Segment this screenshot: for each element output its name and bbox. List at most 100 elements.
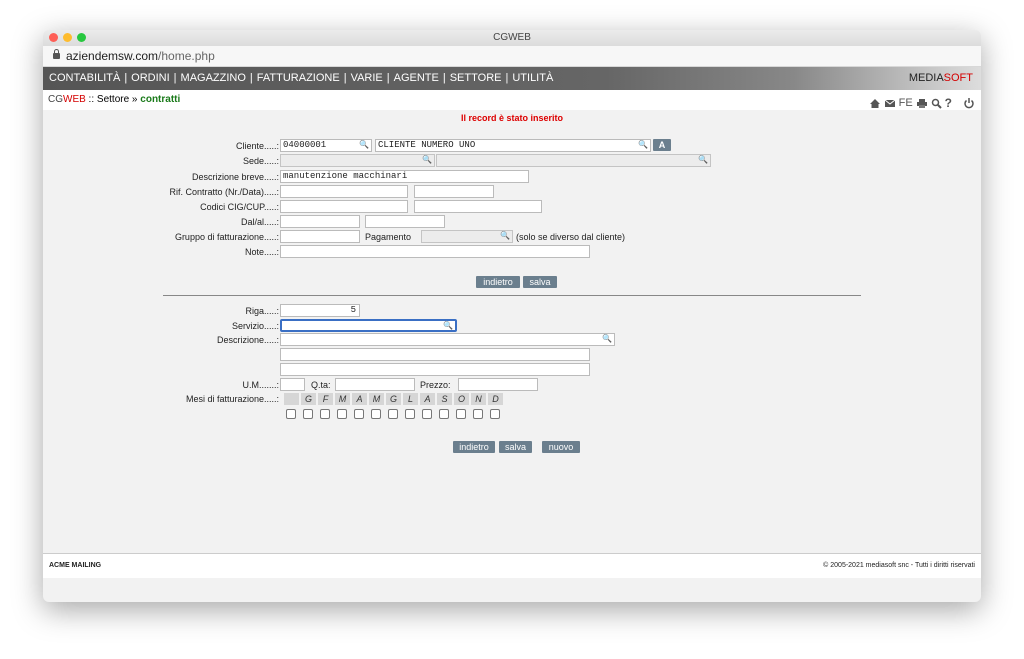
- menu-agente[interactable]: AGENTE: [394, 72, 439, 84]
- breadcrumb-settore[interactable]: Settore: [97, 94, 129, 105]
- menu-fatturazione[interactable]: FATTURAZIONE: [257, 72, 340, 84]
- month-header: M: [369, 393, 384, 405]
- servizio-input[interactable]: 🔍: [280, 319, 457, 332]
- servizio-label: Servizio.....:: [231, 321, 279, 331]
- search-icon[interactable]: 🔍: [359, 140, 369, 151]
- footer-copyright: © 2005-2021 mediasoft snc - Tutti i diri…: [823, 562, 975, 569]
- sede-name-input[interactable]: 🔍: [436, 154, 711, 167]
- month-header: D: [488, 393, 503, 405]
- minimize-window-button[interactable]: [63, 33, 72, 42]
- month-checkbox[interactable]: [439, 409, 449, 419]
- sede-label: Sede.....:: [242, 156, 279, 166]
- search-icon[interactable]: 🔍: [500, 231, 510, 242]
- mail-icon[interactable]: [884, 98, 896, 108]
- menu-utilita[interactable]: UTILITÀ: [512, 72, 553, 84]
- descrizione-label: Descrizione.....:: [216, 335, 279, 345]
- dal-al-label: Dal/al.....:: [240, 217, 279, 227]
- url-host: aziendemsw.com: [66, 49, 159, 63]
- breadcrumb-current: contratti: [140, 94, 181, 105]
- month-checkbox-all[interactable]: [286, 409, 296, 419]
- month-header-blank: [284, 393, 299, 405]
- dal-input[interactable]: [280, 215, 360, 228]
- search-icon[interactable]: 🔍: [638, 140, 648, 151]
- menu-magazzino[interactable]: MAGAZZINO: [181, 72, 246, 84]
- gruppo-input[interactable]: [280, 230, 360, 243]
- search-icon[interactable]: 🔍: [443, 321, 453, 332]
- pagamento-input[interactable]: 🔍: [421, 230, 513, 243]
- search-icon[interactable]: 🔍: [602, 334, 612, 345]
- cig-input[interactable]: [280, 200, 408, 213]
- back-button[interactable]: indietro: [476, 276, 520, 288]
- month-header: N: [471, 393, 486, 405]
- riga-back-button[interactable]: indietro: [453, 441, 495, 453]
- sede-code-input[interactable]: 🔍: [280, 154, 435, 167]
- page-content: Il record è stato inserito Cliente.....:…: [43, 110, 981, 578]
- rif-contratto-nr-input[interactable]: [280, 185, 408, 198]
- month-checkbox[interactable]: [388, 409, 398, 419]
- cup-input[interactable]: [414, 200, 542, 213]
- month-checkbox[interactable]: [303, 409, 313, 419]
- month-header: A: [352, 393, 367, 405]
- prezzo-label: Prezzo:: [420, 380, 451, 390]
- print-icon[interactable]: [916, 98, 928, 109]
- month-checkbox[interactable]: [354, 409, 364, 419]
- maximize-window-button[interactable]: [77, 33, 86, 42]
- menu-settore[interactable]: SETTORE: [450, 72, 502, 84]
- close-window-button[interactable]: [49, 33, 58, 42]
- search-icon[interactable]: 🔍: [422, 155, 432, 166]
- month-checkbox[interactable]: [405, 409, 415, 419]
- descrizione-breve-label: Descrizione breve.....:: [191, 172, 279, 182]
- pagamento-note: (solo se diverso dal cliente): [516, 232, 626, 242]
- power-icon[interactable]: [963, 97, 975, 109]
- save-button[interactable]: salva: [523, 276, 557, 288]
- um-label: U.M.......:: [242, 380, 279, 390]
- window-title: CGWEB: [493, 32, 531, 43]
- al-input[interactable]: [365, 215, 445, 228]
- month-checkbox[interactable]: [371, 409, 381, 419]
- browser-window: CGWEB aziendemsw.com/home.php CONTABILIT…: [43, 30, 981, 602]
- riga-input[interactable]: 5: [280, 304, 360, 317]
- page-footer: ACME MAILING © 2005-2021 mediasoft snc -…: [43, 553, 981, 578]
- month-header: F: [318, 393, 333, 405]
- menu-contabilita[interactable]: CONTABILITÀ: [49, 72, 120, 84]
- month-checkbox[interactable]: [490, 409, 500, 419]
- menu-varie[interactable]: VARIE: [351, 72, 383, 84]
- descrizione-input-2[interactable]: [280, 348, 590, 361]
- home-icon[interactable]: [869, 98, 881, 109]
- menu-ordini[interactable]: ORDINI: [131, 72, 170, 84]
- prezzo-input[interactable]: [458, 378, 538, 391]
- cliente-code-input[interactable]: 04000001 🔍: [280, 139, 372, 152]
- um-input[interactable]: [280, 378, 305, 391]
- gruppo-label: Gruppo di fatturazione.....:: [174, 232, 279, 242]
- riga-label: Riga.....:: [245, 306, 279, 316]
- descrizione-breve-input[interactable]: manutenzione macchinari: [280, 170, 529, 183]
- section-divider: [163, 295, 861, 296]
- descrizione-input-3[interactable]: [280, 363, 590, 376]
- rif-contratto-data-input[interactable]: [414, 185, 494, 198]
- footer-company: ACME MAILING: [49, 562, 102, 569]
- descrizione-input-1[interactable]: 🔍: [280, 333, 615, 346]
- qta-input[interactable]: [335, 378, 415, 391]
- cliente-name-input[interactable]: CLIENTE NUMERO UNO 🔍: [375, 139, 651, 152]
- month-header: G: [386, 393, 401, 405]
- month-checkbox[interactable]: [337, 409, 347, 419]
- cliente-label: Cliente.....:: [235, 141, 279, 151]
- window-titlebar: CGWEB: [43, 30, 981, 46]
- search-icon[interactable]: [931, 98, 942, 109]
- month-header: O: [454, 393, 469, 405]
- status-message: Il record è stato inserito: [460, 113, 564, 123]
- note-input[interactable]: [280, 245, 590, 258]
- month-checkbox[interactable]: [320, 409, 330, 419]
- month-checkbox[interactable]: [422, 409, 432, 419]
- a-button[interactable]: A: [653, 139, 671, 151]
- mesi-label: Mesi di fatturazione.....:: [185, 394, 279, 404]
- month-header: S: [437, 393, 452, 405]
- main-menu: CONTABILITÀ | ORDINI | MAGAZZINO | FATTURAZION…: [43, 67, 981, 90]
- riga-save-button[interactable]: salva: [499, 441, 532, 453]
- month-checkbox[interactable]: [456, 409, 466, 419]
- month-checkbox[interactable]: [473, 409, 483, 419]
- new-button[interactable]: nuovo: [542, 441, 580, 453]
- address-bar[interactable]: aziendemsw.com/home.php: [43, 46, 981, 67]
- search-icon[interactable]: 🔍: [698, 155, 708, 166]
- month-header: L: [403, 393, 418, 405]
